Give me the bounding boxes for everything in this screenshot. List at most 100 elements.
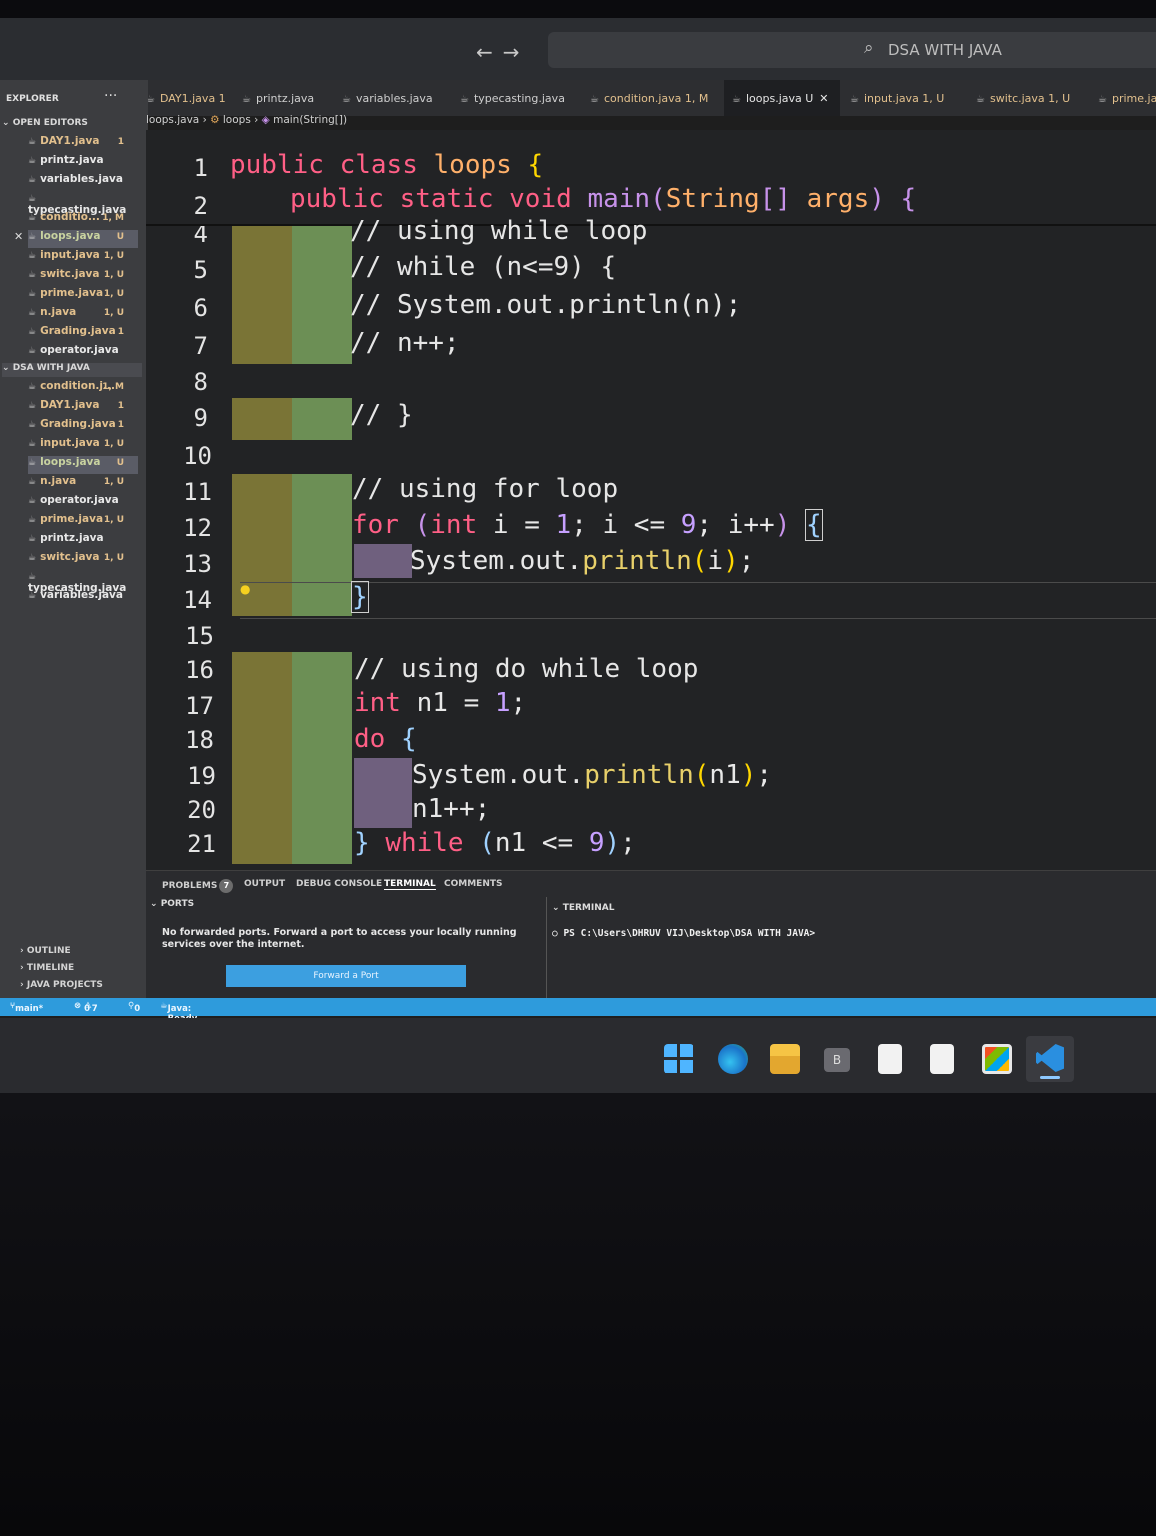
start-icon[interactable] [664, 1044, 694, 1074]
outline-section[interactable]: › OUTLINE [20, 946, 71, 956]
branch-status[interactable]: ⑂ main* [10, 1001, 43, 1014]
open-editor-item[interactable]: ☕ prime.java 1, U [28, 287, 138, 305]
open-editor-item[interactable]: ☕ input.java 1, U [28, 249, 138, 267]
open-editor-item[interactable]: ☕ printz.java [28, 154, 138, 172]
line-number: 18 [185, 726, 214, 754]
line-number: 17 [185, 692, 214, 720]
file-item[interactable]: ☕ prime.java 1, U [28, 513, 138, 531]
breadcrumb-method[interactable]: main(String[]) [273, 114, 347, 126]
code-line: public static void main(String[] args) { [290, 184, 917, 214]
code-line: } while (n1 <= 9); [354, 828, 636, 858]
tab-printz[interactable]: ☕ printz.java [242, 80, 314, 116]
tab-debug-console[interactable]: DEBUG CONSOLE [296, 879, 382, 889]
forward-arrow-icon[interactable]: → [503, 40, 530, 64]
command-center-search[interactable]: ⌕ DSA WITH JAVA [548, 32, 1156, 68]
terminal-section[interactable]: ⌄ TERMINAL [552, 903, 614, 913]
open-editor-item[interactable]: ☕ conditio... 1, M [28, 211, 138, 229]
java-status[interactable]: ☕ Java: Ready [160, 1001, 197, 1024]
open-editor-item[interactable]: ☕ switc.java 1, U [28, 268, 138, 286]
open-editor-item[interactable]: ☕ variables.java [28, 173, 138, 191]
tab-condition[interactable]: ☕ condition.java 1, M [590, 80, 708, 116]
indent-guide [354, 758, 412, 828]
tab-problems[interactable]: PROBLEMS 7 [162, 879, 234, 893]
ports-section[interactable]: ⌄ PORTS [150, 899, 194, 909]
line-number: 14 [183, 586, 212, 614]
line-number: 11 [183, 478, 212, 506]
edge-browser-icon[interactable] [718, 1044, 748, 1074]
tab-comments[interactable]: COMMENTS [444, 879, 502, 889]
method-icon: ◈ [261, 114, 270, 126]
indent-guide [292, 224, 352, 864]
code-line: System.out.println(i); [410, 546, 755, 576]
explorer-header: EXPLORER [6, 94, 59, 104]
tab-terminal[interactable]: TERMINAL [384, 879, 436, 890]
java-file-icon: ☕ [28, 251, 37, 261]
java-file-icon: ☕ [28, 439, 37, 449]
terminal-prompt[interactable]: ○ PS C:\Users\DHRUV VIJ\Desktop\DSA WITH… [552, 928, 815, 939]
app-b-icon[interactable]: B [824, 1048, 850, 1072]
file-item[interactable]: ☕ loops.java U [28, 456, 138, 474]
file-item[interactable]: ☕ variables.java [28, 589, 138, 607]
line-number: 15 [185, 622, 214, 650]
code-editor[interactable]: ● 1 2 4 5 6 7 8 9 10 11 12 13 14 15 16 1… [146, 130, 1156, 870]
java-projects-section[interactable]: › JAVA PROJECTS [20, 980, 103, 990]
open-editor-item[interactable]: ☕ n.java 1, U [28, 306, 138, 324]
folder-section[interactable]: ⌄ DSA WITH JAVA [2, 363, 142, 377]
tab-switc[interactable]: ☕ switc.java 1, U [976, 80, 1070, 116]
breadcrumb-file[interactable]: loops.java [146, 114, 199, 126]
java-file-icon: ☕ [242, 94, 251, 105]
document-icon[interactable] [930, 1044, 954, 1074]
tab-day1[interactable]: ☕ DAY1.java 1 [146, 80, 226, 116]
tab-typecasting[interactable]: ☕ typecasting.java [460, 80, 565, 116]
open-editor-item[interactable]: ☕ Grading.java 1 [28, 325, 138, 343]
nav-arrows[interactable]: ←→ [476, 40, 530, 64]
line-number: 2 [193, 192, 208, 220]
more-actions-icon[interactable]: ··· [104, 88, 117, 104]
vscode-taskbar-slot[interactable] [1026, 1036, 1074, 1082]
store-icon[interactable] [982, 1044, 1012, 1074]
code-line: int n1 = 1; [354, 688, 527, 718]
java-file-icon: ☕ [28, 534, 37, 544]
file-explorer-icon[interactable] [770, 1044, 800, 1074]
line-number: 8 [193, 368, 208, 396]
breadcrumb-class[interactable]: loops [223, 114, 251, 126]
file-item[interactable]: ☕ condition.j... 1, M [28, 380, 138, 398]
file-item[interactable]: ☕ operator.java [28, 494, 138, 512]
file-item[interactable]: ☕ Grading.java 1 [28, 418, 138, 436]
close-icon[interactable]: ✕ [14, 230, 23, 243]
open-editor-item[interactable]: ☕typecasting.java [28, 192, 138, 216]
java-file-icon: ☕ [28, 213, 37, 223]
back-arrow-icon[interactable]: ← [476, 40, 503, 64]
code-line: // System.out.println(n); [350, 290, 742, 320]
tab-variables[interactable]: ☕ variables.java [342, 80, 433, 116]
document-icon[interactable] [878, 1044, 902, 1074]
file-item[interactable]: ☕ switc.java 1, U [28, 551, 138, 569]
code-line: } [351, 581, 369, 613]
ports-status[interactable]: ⚲ 0 [128, 1001, 140, 1014]
tab-output[interactable]: OUTPUT [244, 879, 285, 889]
open-editor-item[interactable]: ☕ operator.java [28, 344, 138, 362]
lightbulb-icon[interactable]: ● [240, 582, 250, 596]
editor-tab-bar: ☕ DAY1.java 1 ☕ printz.java ☕ variables.jav… [130, 80, 1156, 116]
tab-input[interactable]: ☕ input.java 1, U [850, 80, 944, 116]
file-item[interactable]: ☕ n.java 1, U [28, 475, 138, 493]
forward-port-button[interactable]: Forward a Port [226, 965, 466, 987]
java-file-icon: ☕ [28, 458, 37, 468]
timeline-section[interactable]: › TIMELINE [20, 963, 74, 973]
open-editors-section[interactable]: ⌄ OPEN EDITORS [2, 118, 88, 128]
java-file-icon: ☕ [590, 94, 599, 105]
tab-prime[interactable]: ☕ prime.ja [1098, 80, 1156, 116]
file-item[interactable]: ☕typecasting.java [28, 570, 138, 594]
problems-status[interactable]: ⊗ 0 ⚠ 7 [74, 1001, 98, 1014]
file-item[interactable]: ☕ input.java 1, U [28, 437, 138, 455]
file-item[interactable]: ☕ DAY1.java 1 [28, 399, 138, 417]
file-item[interactable]: ☕ printz.java [28, 532, 138, 550]
java-file-icon: ☕ [28, 420, 37, 430]
tab-loops[interactable]: ☕ loops.java U ✕ [724, 80, 840, 116]
java-file-icon: ☕ [732, 94, 741, 105]
code-line: System.out.println(n1); [412, 760, 773, 790]
line-number: 10 [183, 442, 212, 470]
open-editor-item[interactable]: ☕ DAY1.java 1 [28, 135, 138, 153]
close-icon[interactable]: ✕ [819, 92, 828, 105]
open-editor-item[interactable]: ☕ loops.java U [28, 230, 138, 248]
